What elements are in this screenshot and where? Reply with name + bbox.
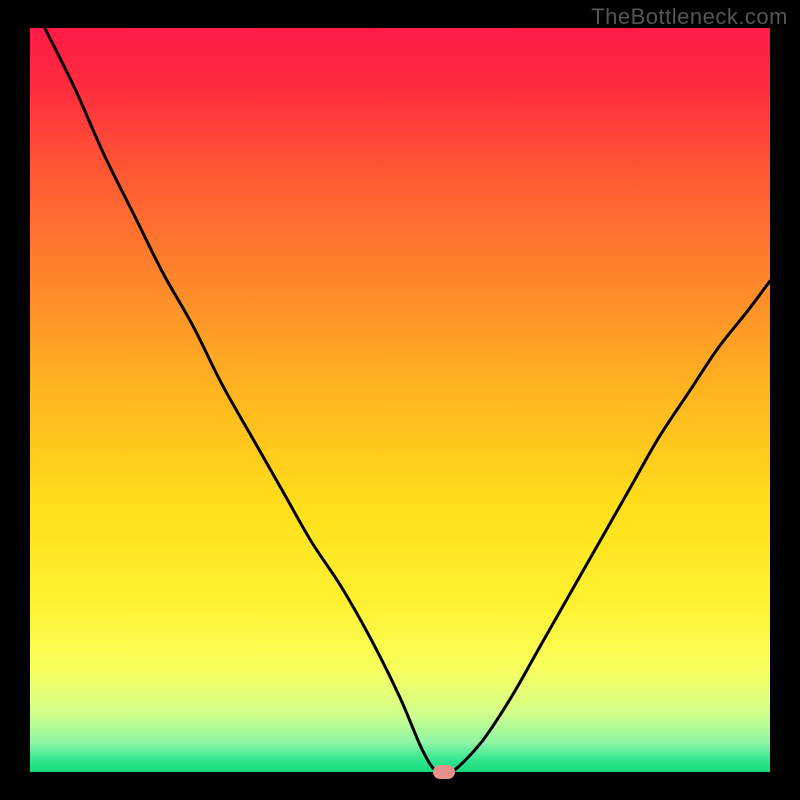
plot-area [30, 28, 770, 772]
chart-svg [30, 28, 770, 772]
optimal-point-marker [433, 765, 455, 779]
chart-frame: TheBottleneck.com [0, 0, 800, 800]
gradient-background [30, 28, 770, 772]
watermark-text: TheBottleneck.com [591, 4, 788, 30]
